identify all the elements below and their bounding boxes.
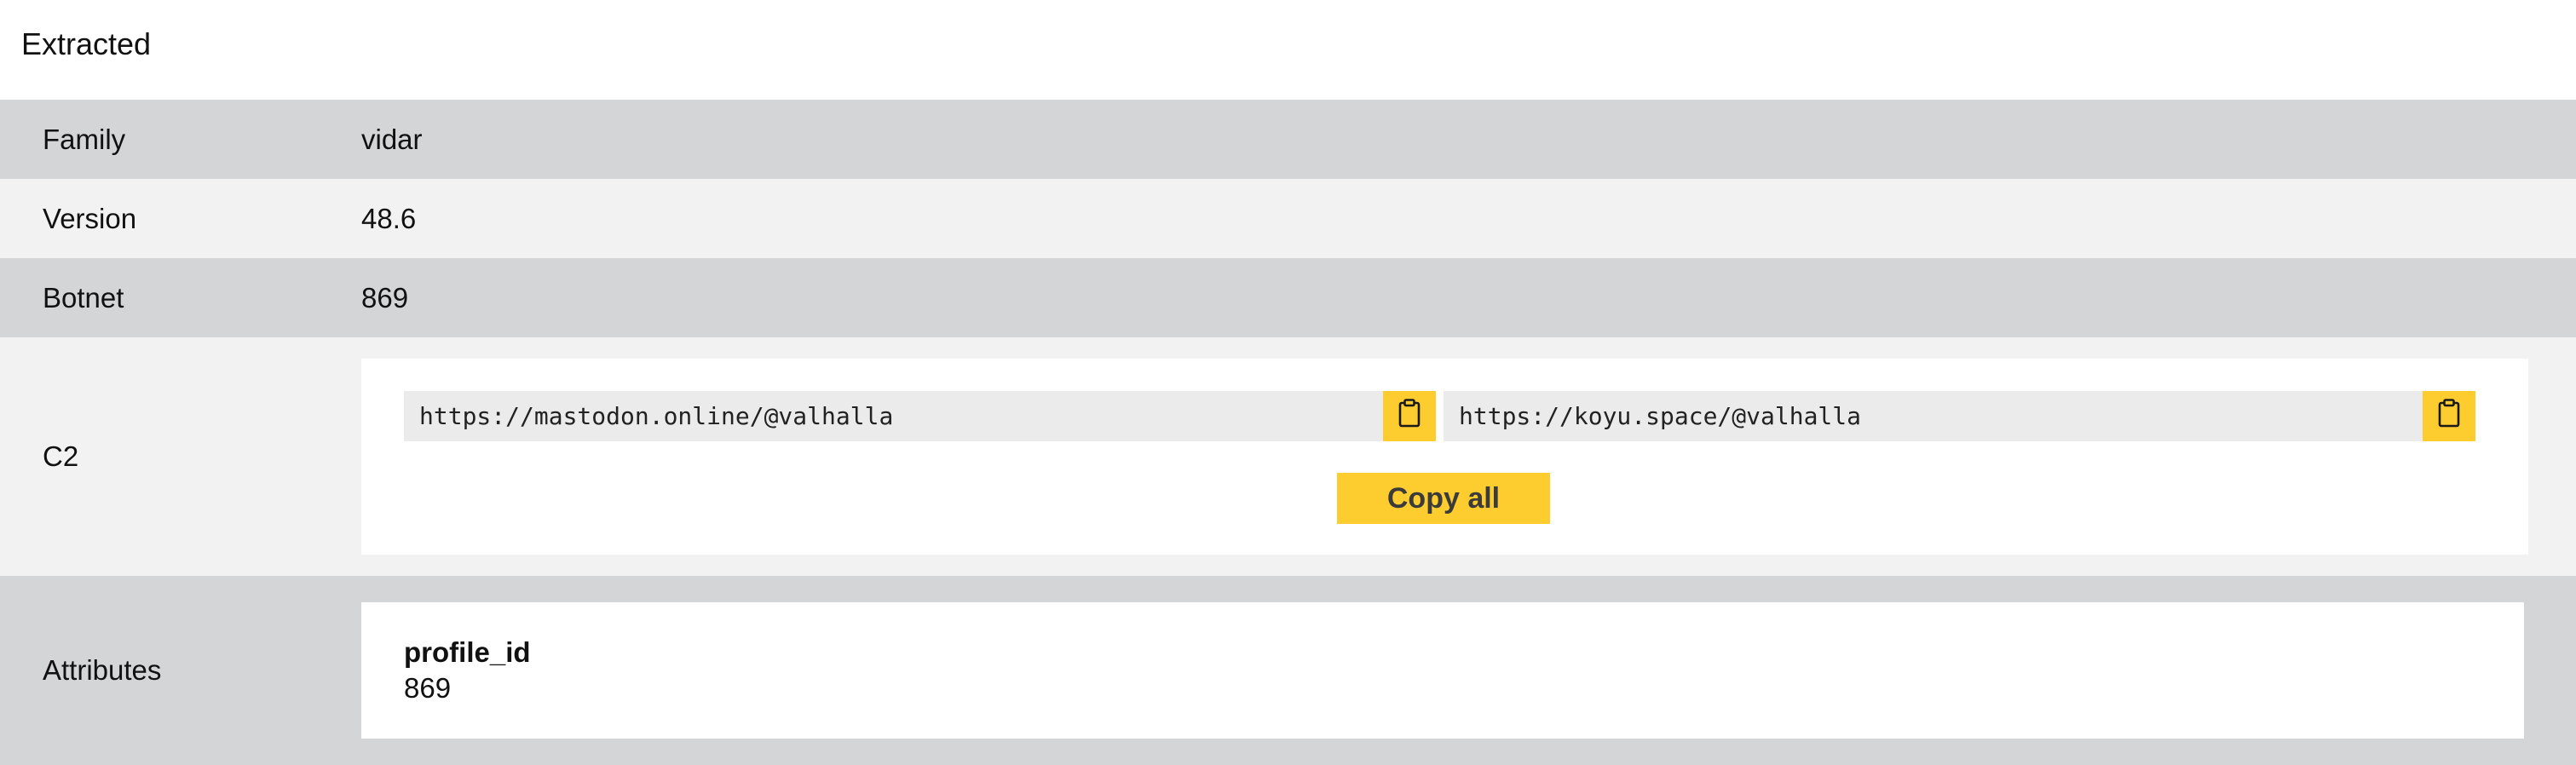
botnet-label: Botnet [43, 281, 124, 313]
attribute-key: profile_id [404, 636, 531, 668]
row-c2: C2 https://mastodon.online/@valhalla htt… [0, 337, 2576, 576]
attributes-label: Attributes [43, 654, 162, 686]
section-title: Extracted [21, 26, 152, 61]
clipboard-icon [1398, 398, 1421, 434]
copy-url-button[interactable] [2423, 391, 2475, 441]
c2-url[interactable]: https://mastodon.online/@valhalla [404, 391, 1383, 441]
extracted-page: Extracted Family vidar Version 48.6 Botn… [0, 0, 2576, 765]
version-value: 48.6 [361, 202, 417, 234]
attributes-panel: profile_id 869 [361, 602, 2524, 739]
row-botnet: Botnet 869 [0, 258, 2576, 337]
c2-url[interactable]: https://koyu.space/@valhalla [1444, 391, 2423, 441]
row-attributes: Attributes profile_id 869 [0, 576, 2576, 765]
c2-panel: https://mastodon.online/@valhalla https:… [361, 359, 2528, 555]
botnet-value: 869 [361, 281, 409, 313]
c2-label: C2 [43, 440, 79, 472]
row-family: Family vidar [0, 100, 2576, 179]
c2-item: https://koyu.space/@valhalla [1444, 391, 2475, 441]
copy-url-button[interactable] [1383, 391, 1436, 441]
copy-all-button[interactable]: Copy all [1337, 473, 1550, 524]
family-label: Family [43, 123, 126, 155]
c2-item: https://mastodon.online/@valhalla [404, 391, 1436, 441]
clipboard-icon [2438, 398, 2460, 434]
version-label: Version [43, 202, 137, 234]
attribute-value: 869 [404, 672, 452, 704]
extracted-table: Family vidar Version 48.6 Botnet 869 C2 … [0, 100, 2576, 765]
family-value: vidar [361, 123, 423, 155]
row-version: Version 48.6 [0, 179, 2576, 258]
